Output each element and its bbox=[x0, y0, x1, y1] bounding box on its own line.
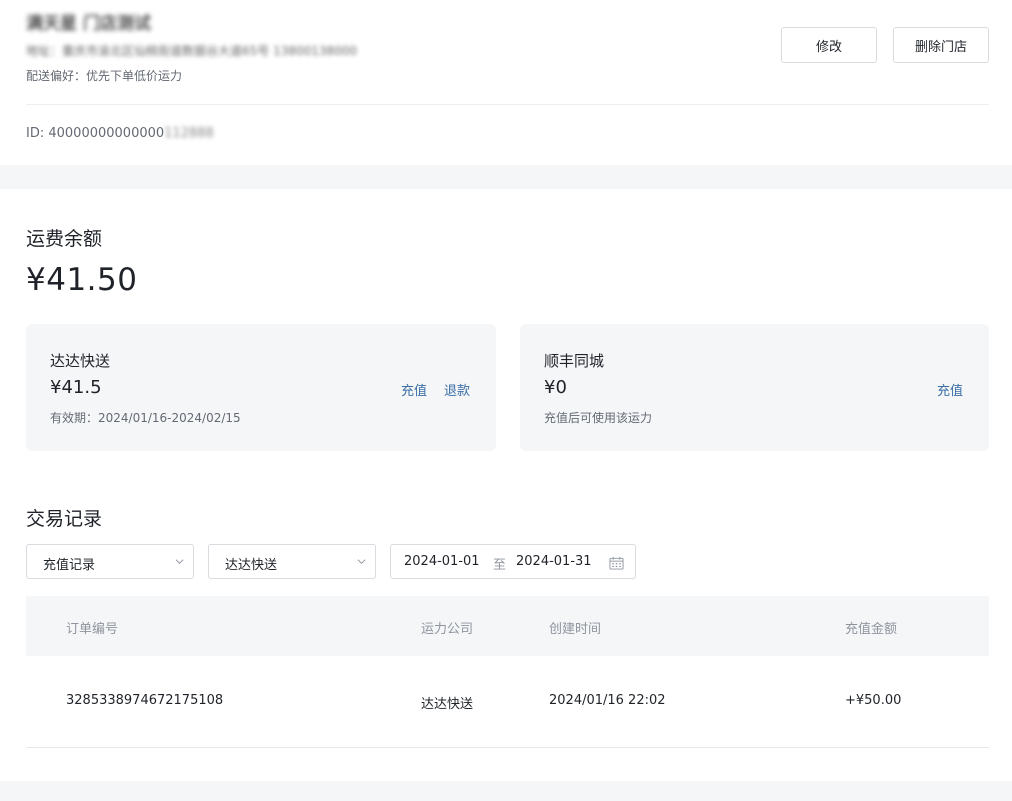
chevron-down-icon bbox=[175, 559, 184, 565]
recharge-link[interactable]: 充值 bbox=[401, 380, 427, 399]
record-type-value: 充值记录 bbox=[43, 558, 96, 573]
carrier-validity: 有效期：2024/01/16-2024/02/15 bbox=[50, 409, 241, 426]
balance-amount: ¥41.50 bbox=[26, 262, 138, 298]
divider bbox=[26, 104, 989, 105]
section-separator bbox=[0, 165, 1012, 189]
store-header-card: 满天星 门店测试 地址：重庆市渝北区仙桃街道数据谷大道65号 138001380… bbox=[0, 0, 1012, 165]
date-start-input[interactable]: 2024-01-01 bbox=[404, 554, 480, 569]
store-id-value: 40000000000000 bbox=[48, 126, 165, 141]
delivery-preference-value: 优先下单低价运力 bbox=[86, 69, 183, 83]
store-id-masked: 112888 bbox=[164, 126, 214, 141]
store-id: ID: 40000000000000112888 bbox=[26, 126, 214, 141]
column-header-order-no: 订单编号 bbox=[66, 622, 119, 637]
carrier-select-value: 达达快送 bbox=[225, 558, 278, 573]
transactions-table: 订单编号 运力公司 创建时间 充值金额 3285338974672175108 … bbox=[26, 596, 989, 748]
carrier-name: 顺丰同城 bbox=[544, 352, 605, 370]
created-time: 2024/01/16 22:02 bbox=[549, 693, 666, 708]
date-range-separator: 至 bbox=[493, 558, 507, 573]
edit-store-button[interactable]: 修改 bbox=[781, 27, 877, 63]
date-range-picker[interactable]: 2024-01-01 至 2024-01-31 bbox=[390, 544, 636, 579]
carrier-balance: ¥0 bbox=[544, 377, 567, 398]
chevron-down-icon bbox=[357, 559, 366, 565]
delivery-preference: 配送偏好：优先下单低价运力 bbox=[26, 67, 182, 84]
store-address: 地址：重庆市渝北区仙桃街道数据谷大道65号 13800138000 bbox=[26, 44, 358, 58]
carrier-balance: ¥41.5 bbox=[50, 377, 102, 398]
column-header-carrier: 运力公司 bbox=[421, 622, 474, 637]
carrier-name: 达达快送 bbox=[50, 352, 111, 370]
carrier-card-sf: 顺丰同城 ¥0 充值后可使用该运力 充值 bbox=[520, 324, 989, 451]
store-id-label: ID: bbox=[26, 126, 49, 141]
delivery-preference-label: 配送偏好： bbox=[26, 69, 87, 83]
balance-title: 运费余额 bbox=[26, 228, 103, 250]
section-separator bbox=[0, 781, 1012, 801]
carrier-card-dada: 达达快送 ¥41.5 有效期：2024/01/16-2024/02/15 充值 … bbox=[26, 324, 496, 451]
column-header-amount: 充值金额 bbox=[845, 622, 898, 637]
record-type-select[interactable]: 充值记录 bbox=[26, 544, 194, 579]
transactions-title: 交易记录 bbox=[26, 508, 103, 530]
recharge-link[interactable]: 充值 bbox=[937, 380, 963, 399]
calendar-icon[interactable] bbox=[609, 556, 624, 570]
store-name: 满天星 门店测试 bbox=[26, 14, 151, 34]
validity-label: 有效期： bbox=[50, 411, 99, 425]
column-header-created: 创建时间 bbox=[549, 622, 602, 637]
table-row: 3285338974672175108 达达快送 2024/01/16 22:0… bbox=[26, 656, 989, 748]
delete-store-button[interactable]: 删除门店 bbox=[893, 27, 989, 63]
table-header: 订单编号 运力公司 创建时间 充值金额 bbox=[26, 596, 989, 656]
recharge-amount: +¥50.00 bbox=[845, 693, 902, 708]
date-end-input[interactable]: 2024-01-31 bbox=[516, 554, 592, 569]
validity-value: 2024/01/16-2024/02/15 bbox=[98, 411, 241, 425]
carrier-select[interactable]: 达达快送 bbox=[208, 544, 376, 579]
refund-link[interactable]: 退款 bbox=[444, 380, 470, 399]
order-number: 3285338974672175108 bbox=[66, 693, 224, 708]
carrier-note: 充值后可使用该运力 bbox=[544, 411, 653, 425]
carrier-cell: 达达快送 bbox=[421, 697, 474, 712]
